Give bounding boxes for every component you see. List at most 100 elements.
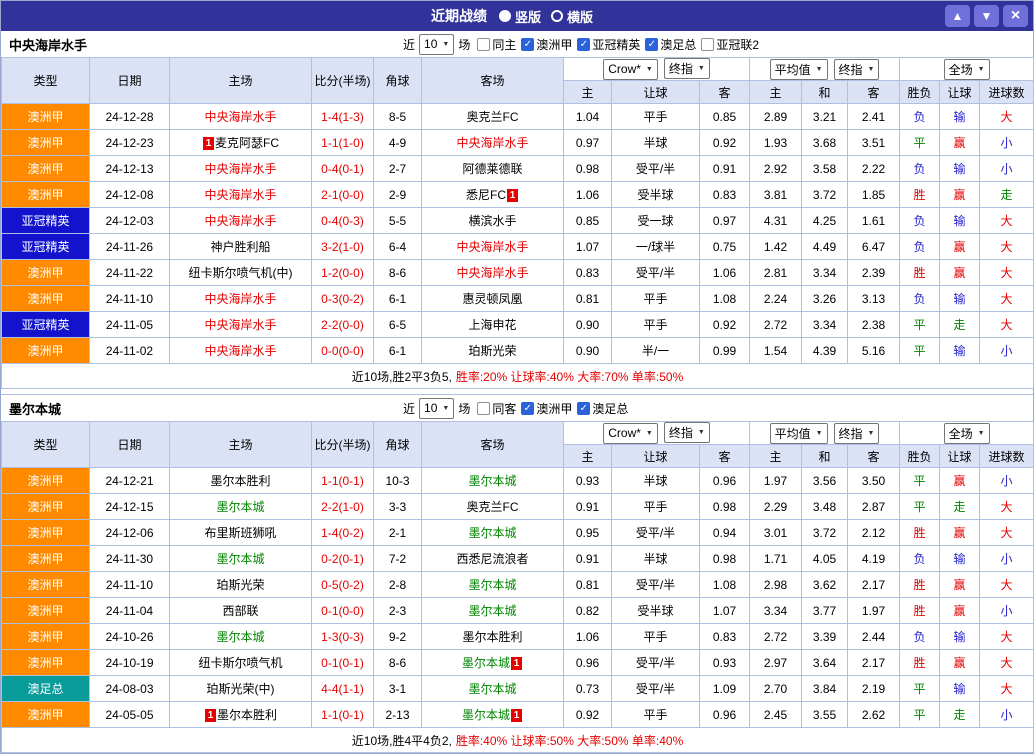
column-header: 日期 xyxy=(89,57,170,104)
summary-row: 近10场,胜4平4负2, 胜率:40% 让球率:50% 大率:50% 单率:40% xyxy=(0,727,1034,753)
away-team-name[interactable]: 墨尔本城 xyxy=(468,474,516,488)
filter-checkbox-1-1[interactable]: ✓ 澳洲甲 xyxy=(521,400,572,417)
away-team-name[interactable]: 墨尔本城 xyxy=(462,656,510,670)
home-team-name[interactable]: 中央海岸水手 xyxy=(204,318,276,332)
away-team-name[interactable]: 横滨水手 xyxy=(468,214,516,228)
home-team-name[interactable]: 纽卡斯尔喷气机(中) xyxy=(189,266,293,280)
home-team-cell: 中央海岸水手 xyxy=(169,155,312,182)
away-team-name[interactable]: 中央海岸水手 xyxy=(456,240,528,254)
chevron-down-icon: ▼ xyxy=(815,429,823,437)
odds-time-select[interactable]: 终指 ▼ xyxy=(663,422,710,444)
away-team-name[interactable]: 墨尔本城 xyxy=(468,526,516,540)
away-team-cell: 上海申花 xyxy=(421,311,564,338)
filter-checkbox-0-0[interactable]: 同主 xyxy=(477,36,516,53)
home-team-name[interactable]: 墨尔本城 xyxy=(216,630,264,644)
bookmaker-select[interactable]: Crow* ▼ xyxy=(603,58,658,80)
league-badge: 澳洲甲 xyxy=(1,519,90,546)
home-team-name[interactable]: 墨尔本城 xyxy=(216,500,264,514)
away-team-name[interactable]: 中央海岸水手 xyxy=(456,266,528,280)
away-team-name[interactable]: 墨尔本城 xyxy=(468,682,516,696)
home-team-name[interactable]: 中央海岸水手 xyxy=(204,344,276,358)
avg-draw: 4.39 xyxy=(801,337,849,364)
results-table: 类型 日期 主场 比分(半场) 角球 客场 Crow* ▼ 终指 ▼ 平均值 ▼ 终指 ▼ 全场 ▼ 主让球客主… xyxy=(0,57,1034,389)
move-up-button[interactable]: ▲ xyxy=(945,5,970,27)
avg-away: 6.47 xyxy=(847,233,901,260)
average-select[interactable]: 平均值 ▼ xyxy=(769,422,828,444)
scope-select[interactable]: 全场 ▼ xyxy=(943,58,990,80)
filter-checkbox-label: 亚冠联2 xyxy=(716,37,760,52)
home-team-cell: 西部联 xyxy=(169,597,312,624)
filter-checkbox-1-2[interactable]: ✓ 澳足总 xyxy=(577,400,628,417)
column-header: 比分(半场) xyxy=(311,57,374,104)
away-team-name[interactable]: 墨尔本城 xyxy=(468,604,516,618)
move-down-button[interactable]: ▼ xyxy=(974,5,999,27)
filter-checkbox-0-3[interactable]: ✓ 澳足总 xyxy=(645,36,696,53)
result-win-loss: 平 xyxy=(899,129,941,156)
odds-away: 0.94 xyxy=(698,519,751,546)
close-button[interactable]: × xyxy=(1003,5,1028,27)
filter-checkbox-0-2[interactable]: ✓ 亚冠精英 xyxy=(577,36,640,53)
home-team-name[interactable]: 麦克阿瑟FC xyxy=(215,136,279,150)
average-time-select[interactable]: 终指 ▼ xyxy=(833,422,880,444)
away-team-name[interactable]: 墨尔本城 xyxy=(462,708,510,722)
corner-cell: 9-2 xyxy=(373,623,422,650)
home-team-name[interactable]: 神户胜利船 xyxy=(210,240,270,254)
home-team-name[interactable]: 布里斯班狮吼 xyxy=(204,526,276,540)
home-team-name[interactable]: 中央海岸水手 xyxy=(204,292,276,306)
odds-time-select[interactable]: 终指 ▼ xyxy=(663,58,710,80)
filter-checkbox-0-4[interactable]: 亚冠联2 xyxy=(701,36,759,53)
home-team-name[interactable]: 墨尔本城 xyxy=(216,552,264,566)
match-date: 24-11-10 xyxy=(89,571,170,598)
away-team-name[interactable]: 惠灵顿凤凰 xyxy=(462,292,522,306)
away-team-name[interactable]: 墨尔本胜利 xyxy=(462,630,522,644)
home-team-name[interactable]: 中央海岸水手 xyxy=(204,110,276,124)
home-team-name[interactable]: 中央海岸水手 xyxy=(204,162,276,176)
league-badge: 澳洲甲 xyxy=(1,259,90,286)
odds-handicap: 受半球 xyxy=(611,597,700,624)
result-goals: 走 xyxy=(979,181,1034,208)
away-team-name[interactable]: 阿德莱德联 xyxy=(462,162,522,176)
score-cell: 2-1(0-0) xyxy=(311,181,374,208)
result-goals: 大 xyxy=(979,103,1034,130)
away-team-cell: 奥克兰FC xyxy=(421,493,564,520)
filter-checkbox-1-0[interactable]: 同客 xyxy=(477,400,516,417)
home-team-name[interactable]: 西部联 xyxy=(222,604,258,618)
home-team-name[interactable]: 墨尔本胜利 xyxy=(210,474,270,488)
filter-suffix-label: 场 xyxy=(458,37,471,52)
away-team-name[interactable]: 悉尼FC xyxy=(466,188,506,202)
filter-checkbox-0-1[interactable]: ✓ 澳洲甲 xyxy=(521,36,572,53)
home-team-cell: 中央海岸水手 xyxy=(169,103,312,130)
average-select[interactable]: 平均值 ▼ xyxy=(769,58,828,80)
league-badge: 澳洲甲 xyxy=(1,545,90,572)
home-team-name[interactable]: 中央海岸水手 xyxy=(204,188,276,202)
away-team-name[interactable]: 上海申花 xyxy=(468,318,516,332)
odds-handicap: 平手 xyxy=(611,493,700,520)
chevron-down-icon: ▼ xyxy=(442,40,450,48)
average-time-select[interactable]: 终指 ▼ xyxy=(833,58,880,80)
away-team-name[interactable]: 墨尔本城 xyxy=(468,578,516,592)
away-team-cell: 奥克兰FC xyxy=(421,103,564,130)
scope-select[interactable]: 全场 ▼ xyxy=(943,422,990,444)
odds-home: 0.90 xyxy=(563,311,612,338)
home-team-name[interactable]: 珀斯光荣 xyxy=(216,578,264,592)
avg-away: 2.87 xyxy=(847,493,901,520)
home-team-name[interactable]: 珀斯光荣(中) xyxy=(207,682,275,696)
home-team-name[interactable]: 纽卡斯尔喷气机 xyxy=(198,656,282,670)
bookmaker-select[interactable]: Crow* ▼ xyxy=(603,422,658,444)
away-team-name[interactable]: 中央海岸水手 xyxy=(456,136,528,150)
radio-vertical-layout[interactable]: 竖版 xyxy=(498,7,541,26)
away-team-cell: 中央海岸水手 xyxy=(421,233,564,260)
away-team-name[interactable]: 西悉尼流浪者 xyxy=(456,552,528,566)
score-cell: 1-1(1-0) xyxy=(311,129,374,156)
home-team-name[interactable]: 中央海岸水手 xyxy=(204,214,276,228)
match-count-select[interactable]: 10 ▼ xyxy=(419,33,455,55)
radio-horizontal-layout[interactable]: 横版 xyxy=(551,7,593,26)
home-team-name[interactable]: 墨尔本胜利 xyxy=(217,708,277,722)
home-team-cell: 中央海岸水手 xyxy=(169,207,312,234)
avg-away: 2.19 xyxy=(847,675,901,702)
away-team-name[interactable]: 奥克兰FC xyxy=(467,500,519,514)
match-row: 澳洲甲 24-10-19 纽卡斯尔喷气机 0-1(0-1) 8-6 墨尔本城 1 0.96 受平… xyxy=(1,649,1034,676)
match-count-select[interactable]: 10 ▼ xyxy=(419,397,455,419)
away-team-name[interactable]: 奥克兰FC xyxy=(467,110,519,124)
away-team-name[interactable]: 珀斯光荣 xyxy=(468,344,516,358)
